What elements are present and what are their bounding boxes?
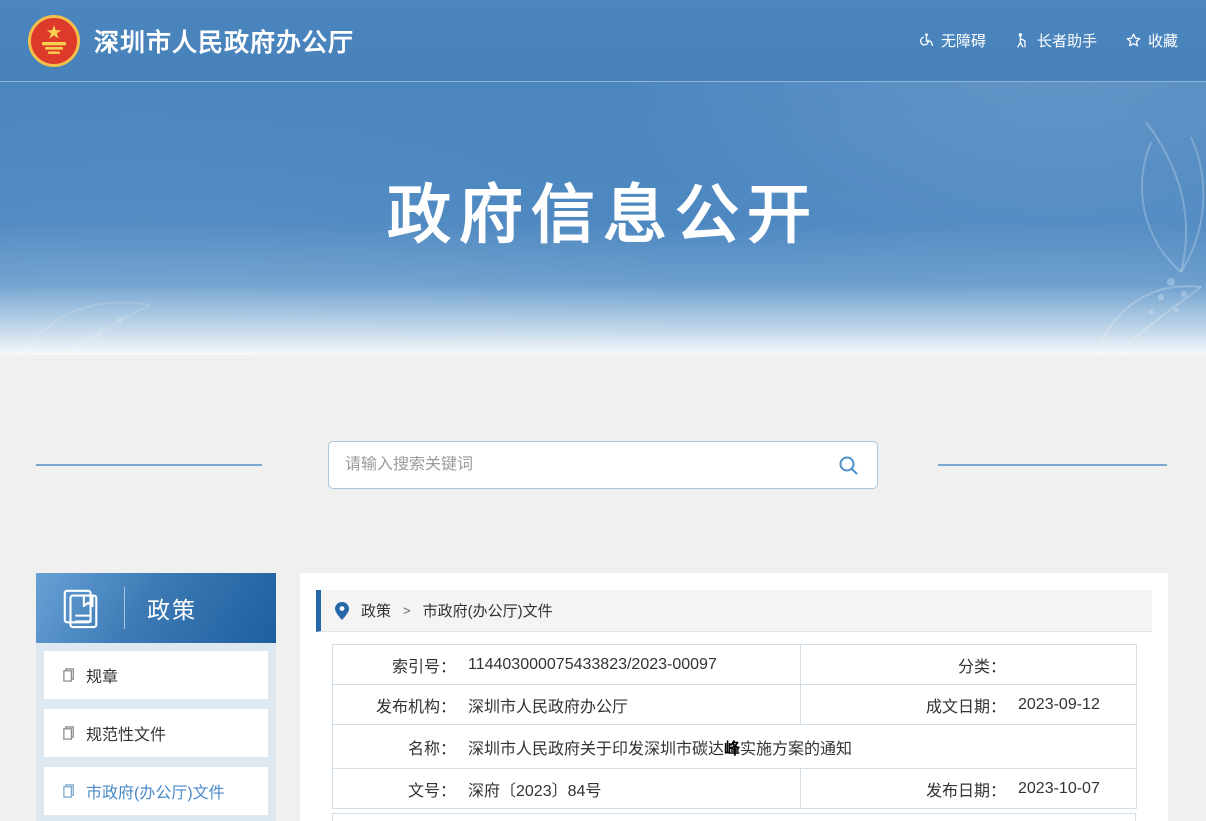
search-input[interactable] xyxy=(345,456,836,474)
document-detail-table: 索引号： 114403000075433823/2023-00097 分类： 发… xyxy=(332,644,1137,809)
doc-number-cell: 文号： 深府〔2023〕84号 xyxy=(333,769,801,809)
sidebar-item-label: 市政府(办公厅)文件 xyxy=(86,779,225,803)
agency-value: 深圳市人民政府办公厅 xyxy=(468,693,628,717)
sidebar: 政策 规章 规范性文件 市政府(办公厅)文件 xyxy=(36,573,276,821)
header-quick-links: 无障碍 长者助手 收藏 xyxy=(918,30,1178,51)
elder-helper-label: 长者助手 xyxy=(1037,30,1097,51)
sidebar-item-label: 规章 xyxy=(86,663,118,687)
breadcrumb-separator: > xyxy=(403,603,411,618)
table-row-agency: 发布机构： 深圳市人民政府办公厅 成文日期： 2023-09-12 xyxy=(333,685,1137,725)
star-icon xyxy=(1125,32,1142,49)
sidebar-title: 政策 xyxy=(147,591,197,625)
policy-book-icon xyxy=(60,586,102,630)
breadcrumb-current-page: 市政府(办公厅)文件 xyxy=(423,600,553,621)
elder-helper-link[interactable]: 长者助手 xyxy=(1014,30,1097,51)
written-date-value: 2023-09-12 xyxy=(1018,696,1100,714)
search-box xyxy=(328,441,878,489)
table-row-index: 索引号： 114403000075433823/2023-00097 分类： xyxy=(333,645,1137,685)
search-section xyxy=(0,355,1206,489)
favorite-link[interactable]: 收藏 xyxy=(1125,30,1178,51)
search-icon xyxy=(838,455,859,476)
name-cell: 名称： 深圳市人民政府关于印发深圳市碳达峰实施方案的通知 xyxy=(333,725,1137,769)
sidebar-item-label: 规范性文件 xyxy=(86,721,166,745)
search-keyword-highlight: 峰 xyxy=(724,741,740,758)
page-banner: 政府信息公开 xyxy=(0,82,1206,355)
publish-date-cell: 发布日期： 2023-10-07 xyxy=(801,769,1137,809)
sidebar-header: 政策 xyxy=(36,573,276,643)
page-title: 政府信息公开 xyxy=(0,164,1206,256)
table-row-doc-number: 文号： 深府〔2023〕84号 发布日期： 2023-10-07 xyxy=(333,769,1137,809)
document-icon xyxy=(62,667,77,683)
doc-number-value: 深府〔2023〕84号 xyxy=(468,777,601,801)
main-content: 政策 规章 规范性文件 市政府(办公厅)文件 xyxy=(0,573,1206,821)
elder-icon xyxy=(1014,32,1031,49)
publish-date-value: 2023-10-07 xyxy=(1018,780,1100,798)
site-title: 深圳市人民政府办公厅 xyxy=(94,23,354,59)
written-date-label: 成文日期： xyxy=(801,693,1006,717)
top-header: 深圳市人民政府办公厅 无障碍 长者助手 收藏 xyxy=(0,0,1206,82)
accessibility-label: 无障碍 xyxy=(941,30,986,51)
accessibility-icon xyxy=(918,32,935,49)
category-cell: 分类： xyxy=(801,645,1137,685)
agency-cell: 发布机构： 深圳市人民政府办公厅 xyxy=(333,685,801,725)
index-value: 114403000075433823/2023-00097 xyxy=(468,656,717,674)
doc-number-label: 文号： xyxy=(333,777,456,801)
sidebar-menu: 规章 规范性文件 市政府(办公厅)文件 xyxy=(36,643,276,821)
name-label: 名称： xyxy=(333,735,456,759)
sidebar-header-divider xyxy=(124,587,125,629)
document-icon xyxy=(62,725,77,741)
table-row-name: 名称： 深圳市人民政府关于印发深圳市碳达峰实施方案的通知 xyxy=(333,725,1137,769)
location-pin-icon xyxy=(335,602,349,620)
site-logo[interactable]: 深圳市人民政府办公厅 xyxy=(28,15,354,67)
sidebar-item-normative-documents[interactable]: 规范性文件 xyxy=(44,709,268,757)
national-emblem-icon xyxy=(28,15,80,67)
search-button[interactable] xyxy=(836,453,861,478)
publish-date-label: 发布日期： xyxy=(801,777,1006,801)
sidebar-item-municipal-government-documents[interactable]: 市政府(办公厅)文件 xyxy=(44,767,268,815)
breadcrumb-link-policy[interactable]: 政策 xyxy=(361,600,391,621)
sidebar-item-regulations[interactable]: 规章 xyxy=(44,651,268,699)
breadcrumb: 政策 > 市政府(办公厅)文件 xyxy=(316,590,1152,632)
category-label: 分类： xyxy=(801,653,1006,677)
index-label: 索引号： xyxy=(333,653,456,677)
decorative-line-right xyxy=(938,464,1167,466)
document-icon xyxy=(62,783,77,799)
index-cell: 索引号： 114403000075433823/2023-00097 xyxy=(333,645,801,685)
written-date-cell: 成文日期： 2023-09-12 xyxy=(801,685,1137,725)
agency-label: 发布机构： xyxy=(333,693,456,717)
decorative-line-left xyxy=(36,464,262,466)
content-panel: 政策 > 市政府(办公厅)文件 索引号： 114403000075433823/… xyxy=(300,573,1168,821)
accessibility-link[interactable]: 无障碍 xyxy=(918,30,986,51)
next-table-row-partial xyxy=(332,813,1136,821)
document-name: 深圳市人民政府关于印发深圳市碳达峰实施方案的通知 xyxy=(468,735,852,759)
favorite-label: 收藏 xyxy=(1148,30,1178,51)
